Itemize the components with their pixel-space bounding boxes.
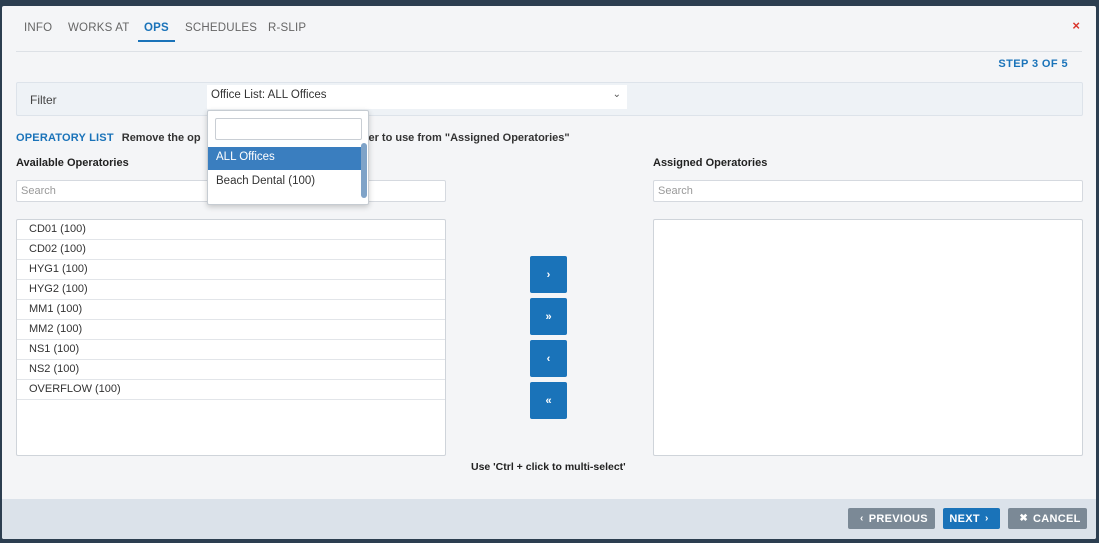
- list-item[interactable]: HYG2 (100): [17, 280, 445, 300]
- chevron-down-icon: ⌄: [612, 89, 621, 100]
- dropdown-search-input[interactable]: [215, 118, 362, 140]
- filter-bar: Filter Office List: ALL Offices ⌄: [16, 82, 1083, 116]
- operatory-description-left: Remove the op: [121, 132, 201, 144]
- next-label: NEXT: [949, 512, 980, 525]
- tab-r-slip[interactable]: R-SLIP: [268, 22, 306, 40]
- list-item[interactable]: NS1 (100): [17, 340, 445, 360]
- dropdown-scrollbar[interactable]: [361, 143, 367, 198]
- cancel-label: CANCEL: [1033, 512, 1081, 525]
- assigned-operatories-list[interactable]: [653, 219, 1083, 456]
- assigned-search-input[interactable]: Search: [653, 180, 1083, 202]
- tab-bar: INFO WORKS AT OPS SCHEDULES R-SLIP: [16, 14, 1082, 52]
- chevron-left-icon: ‹: [860, 513, 864, 524]
- close-icon: ✖: [1019, 513, 1029, 524]
- list-item[interactable]: OVERFLOW (100): [17, 380, 445, 400]
- list-item[interactable]: MM2 (100): [17, 320, 445, 340]
- double-chevron-right-icon: »: [545, 310, 552, 323]
- chevron-left-icon: ‹: [546, 352, 551, 365]
- move-all-right-button[interactable]: »: [530, 298, 567, 335]
- list-item[interactable]: CD02 (100): [17, 240, 445, 260]
- move-all-left-button[interactable]: «: [530, 382, 567, 419]
- available-operatories-list[interactable]: CD01 (100) CD02 (100) HYG1 (100) HYG2 (1…: [16, 219, 446, 456]
- previous-button[interactable]: ‹ PREVIOUS: [848, 508, 935, 529]
- move-right-button[interactable]: ›: [530, 256, 567, 293]
- dropdown-option-beach-dental[interactable]: Beach Dental (100): [208, 171, 362, 194]
- list-item[interactable]: MM1 (100): [17, 300, 445, 320]
- tab-info[interactable]: INFO: [24, 22, 52, 40]
- double-chevron-left-icon: «: [545, 394, 552, 407]
- close-icon[interactable]: ×: [1072, 18, 1080, 33]
- cancel-button[interactable]: ✖ CANCEL: [1008, 508, 1087, 529]
- assigned-operatories-label: Assigned Operatories: [653, 157, 768, 169]
- modal-footer: ‹ PREVIOUS NEXT › ✖ CANCEL: [2, 499, 1096, 539]
- chevron-right-icon: ›: [546, 268, 551, 281]
- office-list-dropdown: ALL Offices Beach Dental (100): [207, 110, 369, 205]
- tab-schedules[interactable]: SCHEDULES: [185, 22, 257, 40]
- chevron-right-icon: ›: [984, 513, 989, 524]
- filter-label: Filter: [30, 93, 57, 107]
- operatory-list-title: OPERATORY LIST: [16, 132, 114, 144]
- list-item[interactable]: NS2 (100): [17, 360, 445, 380]
- move-left-button[interactable]: ‹: [530, 340, 567, 377]
- office-list-select[interactable]: Office List: ALL Offices ⌄: [207, 85, 627, 109]
- list-item[interactable]: HYG1 (100): [17, 260, 445, 280]
- office-list-value: Office List: ALL Offices: [211, 89, 327, 101]
- multi-select-hint: Use 'Ctrl + click to multi-select': [471, 461, 626, 473]
- list-item[interactable]: CD01 (100): [17, 220, 445, 240]
- provider-modal: INFO WORKS AT OPS SCHEDULES R-SLIP × STE…: [2, 6, 1096, 539]
- step-indicator: STEP 3 OF 5: [998, 58, 1068, 70]
- previous-label: PREVIOUS: [868, 512, 928, 525]
- tab-ops[interactable]: OPS: [138, 22, 175, 42]
- tab-works-at[interactable]: WORKS AT: [68, 22, 129, 40]
- dropdown-option-all-offices[interactable]: ALL Offices: [208, 147, 362, 170]
- next-button[interactable]: NEXT ›: [943, 508, 1000, 529]
- available-operatories-label: Available Operatories: [16, 157, 129, 169]
